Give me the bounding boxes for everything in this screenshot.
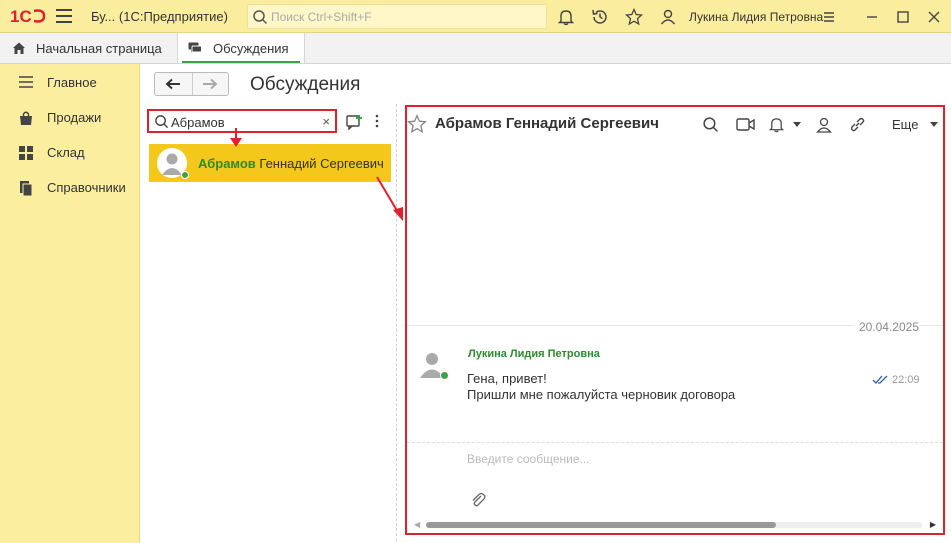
chevron-down-icon[interactable] [793,122,801,128]
video-call-icon[interactable] [736,116,755,133]
tab-home-label: Начальная страница [36,40,162,56]
chevron-down-icon[interactable] [930,122,938,128]
chat-header: Абрамов Геннадий Сергеевич Еще [407,107,943,143]
history-icon[interactable] [591,8,609,26]
online-status-icon [440,371,449,380]
contact-name: Абрамов Геннадий Сергеевич [198,156,384,171]
current-user-name[interactable]: Лукина Лидия Петровна [689,10,823,24]
grid-icon [19,146,33,160]
main-content: Обсуждения Абрамов × Абрамов Геннадий Се… [141,64,951,543]
panel-splitter[interactable] [396,104,397,541]
favorites-star-icon[interactable] [625,8,643,26]
sidebar-item-label: Главное [47,75,97,90]
sidebar-item-label: Справочники [47,180,126,195]
sidebar-item-label: Продажи [47,110,102,125]
more-vertical-icon[interactable] [375,114,379,128]
close-icon[interactable] [927,10,941,24]
svg-text:1С: 1С [10,7,32,26]
clear-search-icon[interactable]: × [322,114,330,129]
tabs-bar: Начальная страница Обсуждения [0,33,951,64]
back-button[interactable] [155,73,192,95]
shopping-bag-icon [20,111,32,125]
search-icon [155,115,169,129]
contact-list-item[interactable]: Абрамов Геннадий Сергеевич [149,144,391,182]
horizontal-scrollbar[interactable]: ◀ ▶ [412,520,938,530]
read-checkmark-icon [872,375,888,384]
message-text-line: Пришли мне пожалуйста черновик договора [467,387,736,402]
tab-discussions[interactable]: Обсуждения [177,33,305,63]
contact-name-match: Абрамов [198,156,256,171]
1c-logo-icon[interactable]: 1С [10,5,46,27]
input-divider [407,442,943,443]
search-icon[interactable] [702,116,719,133]
global-search-placeholder: Поиск Ctrl+Shift+F [271,10,372,24]
chat-icon [188,42,202,53]
attach-paperclip-icon[interactable] [470,492,486,508]
maximize-icon[interactable] [896,10,910,24]
scroll-right-icon[interactable]: ▶ [930,520,936,529]
arrow-right-icon [203,78,218,90]
date-separator: 20.04.2025 [852,320,919,334]
sidebar-item-label: Склад [47,145,85,160]
history-nav [154,72,229,96]
tab-home[interactable]: Начальная страница [0,33,175,63]
discussions-list-panel: Абрамов × Абрамов Геннадий Сергеевич [147,104,393,541]
contact-search-value: Абрамов [171,115,225,130]
favorite-star-icon[interactable] [407,114,427,134]
home-icon [13,42,25,54]
bell-icon[interactable] [557,8,575,26]
page-title: Обсуждения [250,74,361,95]
online-status-icon [181,171,189,179]
message-input[interactable]: Введите сообщение... [467,452,590,466]
global-search-input[interactable]: Поиск Ctrl+Shift+F [247,4,547,29]
sidebar-item-references[interactable]: Справочники [0,172,140,202]
scroll-left-icon[interactable]: ◀ [414,520,420,529]
scroll-thumb[interactable] [426,522,776,528]
window-menu-icon[interactable] [822,10,836,24]
message-author[interactable]: Лукина Лидия Петровна [468,348,600,360]
user-icon[interactable] [659,8,677,26]
sidebar-item-sales[interactable]: Продажи [0,102,140,132]
forward-button[interactable] [191,73,229,95]
menu-lines-icon [19,76,33,88]
books-icon [20,181,33,196]
new-chat-icon[interactable] [346,114,364,130]
sidebar-item-warehouse[interactable]: Склад [0,137,140,167]
contact-search-input[interactable]: Абрамов × [147,109,337,133]
chat-title: Абрамов Геннадий Сергеевич [435,115,659,132]
sidebar: Главное Продажи Склад Справочники [0,64,140,543]
app-title: Бу... (1С:Предприятие) [91,9,228,24]
more-menu-button[interactable]: Еще [892,117,918,132]
sidebar-item-main[interactable]: Главное [0,67,140,97]
top-bar: 1С Бу... (1С:Предприятие) Поиск Ctrl+Shi… [0,0,951,33]
message-time: 22:09 [892,374,920,386]
minimize-icon[interactable] [865,10,879,24]
chat-panel: Абрамов Геннадий Сергеевич Еще 20.04.202… [405,105,945,535]
participants-icon[interactable] [815,116,833,133]
main-menu-button[interactable] [56,9,72,23]
link-icon[interactable] [849,116,866,133]
search-icon [253,10,268,25]
contact-name-rest: Геннадий Сергеевич [255,156,384,171]
arrow-left-icon [165,78,181,90]
message-text-line: Гена, привет! [467,371,547,386]
bell-icon[interactable] [768,116,785,133]
tab-discussions-label: Обсуждения [213,40,289,56]
